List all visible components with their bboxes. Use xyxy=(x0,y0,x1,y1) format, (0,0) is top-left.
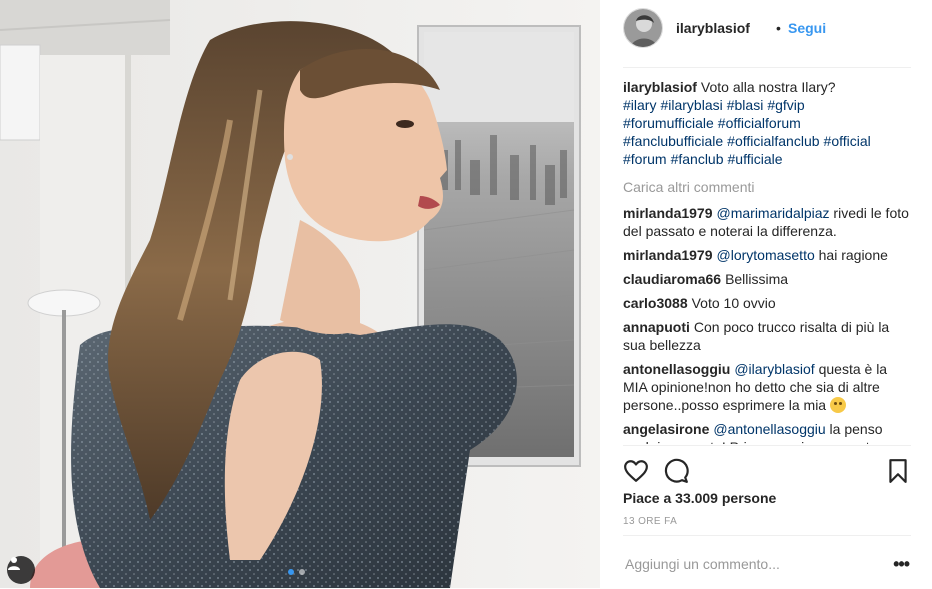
comment-item: mirlanda1979 @marimaridalpiaz rivedi le f… xyxy=(623,204,911,240)
caption-username[interactable]: ilaryblasiof xyxy=(623,79,697,95)
comment-text: hai ragione xyxy=(814,247,888,263)
comment-username[interactable]: angelasirone xyxy=(623,421,709,437)
post-photo[interactable] xyxy=(0,0,600,588)
hashtag-link[interactable]: #gfvip xyxy=(767,97,804,113)
hashtag-link[interactable]: #official xyxy=(824,133,871,149)
hashtag-link[interactable]: #blasi xyxy=(727,97,764,113)
comment-mention[interactable]: @antonellasoggiu xyxy=(713,421,825,437)
comment-mention[interactable]: @lorytomasetto xyxy=(717,247,815,263)
hashtag-link[interactable]: #ufficiale xyxy=(728,151,783,167)
comments-list[interactable]: ilaryblasiof Voto alla nostra Ilary? #ila… xyxy=(623,78,911,444)
carousel-indicator xyxy=(288,569,305,575)
comment-text: Bellissima xyxy=(725,271,789,287)
post-actions-bar xyxy=(623,445,911,492)
comment-text: Voto 10 ovvio xyxy=(691,295,776,311)
header-username[interactable]: ilaryblasiof xyxy=(676,20,750,36)
hashtag-link[interactable]: #forum xyxy=(623,151,667,167)
comment-item: annapuoti Con poco trucco risalta di più … xyxy=(623,318,911,354)
post-header: ilaryblasiof • Segui xyxy=(623,0,911,68)
load-more-comments-button[interactable]: Carica altri commenti xyxy=(623,178,911,196)
comment-mention[interactable]: @ilaryblasiof xyxy=(734,361,814,377)
comment-item: mirlanda1979 @lorytomasetto hai ragione xyxy=(623,246,911,264)
more-options-button[interactable]: ••• xyxy=(893,554,910,575)
hashtag-link[interactable]: #ilary xyxy=(623,97,656,113)
hashtag-link[interactable]: #ilaryblasi xyxy=(660,97,722,113)
grimacing-face-icon xyxy=(830,397,846,413)
comment-mention[interactable]: @marimaridalpiaz xyxy=(717,205,830,221)
hashtag-link[interactable]: #fanclubufficiale xyxy=(623,133,723,149)
avatar[interactable] xyxy=(623,8,663,48)
likes-count[interactable]: Piace a 33.009 persone xyxy=(623,490,776,506)
heart-icon[interactable] xyxy=(623,458,649,484)
post-side-panel: ilaryblasiof • Segui ilaryblasiof Voto al… xyxy=(600,0,932,588)
post-timestamp: 13 ORE FA xyxy=(623,516,678,527)
post-caption: ilaryblasiof Voto alla nostra Ilary? #ila… xyxy=(623,78,911,168)
comment-item: angelasirone@antonellasoggiu la penso an… xyxy=(623,420,911,444)
carousel-dot xyxy=(299,569,305,575)
add-comment-input[interactable]: Aggiungi un commento... xyxy=(625,556,780,572)
follow-button[interactable]: Segui xyxy=(788,20,826,36)
comment-username[interactable]: antonellasoggiu xyxy=(623,361,730,377)
comment-username[interactable]: claudiaroma66 xyxy=(623,271,721,287)
hashtag-link[interactable]: #officialforum xyxy=(718,115,801,131)
header-separator: • xyxy=(776,20,781,36)
comment-item: antonellasoggiu @ilaryblasiof questa è la… xyxy=(623,360,911,414)
comment-username[interactable]: carlo3088 xyxy=(623,295,688,311)
hashtag-link[interactable]: #fanclub xyxy=(671,151,724,167)
hashtag-link[interactable]: #forumufficiale xyxy=(623,115,714,131)
carousel-dot-active xyxy=(288,569,294,575)
comment-icon[interactable] xyxy=(663,458,689,484)
comment-username[interactable]: annapuoti xyxy=(623,319,690,335)
hashtag-link[interactable]: #officialfanclub xyxy=(727,133,819,149)
user-tag-button[interactable] xyxy=(7,556,35,584)
avatar-image xyxy=(624,9,662,47)
caption-text: Voto alla nostra Ilary? xyxy=(700,79,836,95)
caption-hashtags: #ilary #ilaryblasi #blasi #gfvip #forumuffi… xyxy=(623,96,911,168)
add-comment-box[interactable]: Aggiungi un commento... ••• xyxy=(623,535,911,589)
user-tag-icon xyxy=(8,557,20,570)
comment-username[interactable]: mirlanda1979 xyxy=(623,247,713,263)
comment-username[interactable]: mirlanda1979 xyxy=(623,205,713,221)
comment-item: claudiaroma66 Bellissima xyxy=(623,270,911,288)
post-image xyxy=(0,0,600,588)
comment-item: carlo3088 Voto 10 ovvio xyxy=(623,294,911,312)
bookmark-icon[interactable] xyxy=(885,458,911,484)
